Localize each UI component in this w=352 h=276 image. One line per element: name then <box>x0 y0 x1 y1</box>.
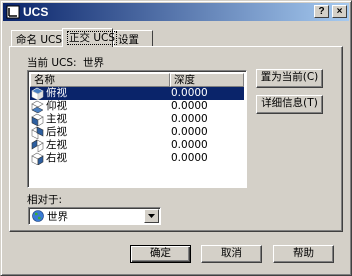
column-header-name[interactable]: 名称 <box>30 73 170 87</box>
row-name: 俯视 <box>46 87 67 99</box>
tab-orthographic-ucs-label: 正交 UCS <box>67 31 118 45</box>
ucs-app-icon <box>6 5 20 19</box>
row-name: 仰视 <box>46 100 67 112</box>
front-view-icon <box>31 113 44 126</box>
left-view-icon <box>31 139 44 152</box>
title-bar[interactable]: UCS ? × <box>3 3 349 21</box>
current-ucs-label: 当前 UCS: <box>27 57 77 69</box>
set-current-button[interactable]: 置为当前(C) <box>256 69 323 88</box>
row-depth: 0.0000 <box>171 87 208 99</box>
row-depth: 0.0000 <box>171 126 208 138</box>
chevron-down-icon <box>148 214 155 218</box>
window-title: UCS <box>23 5 49 19</box>
help-button[interactable]: 帮助 <box>273 245 334 263</box>
relative-to-value: 世界 <box>47 211 68 223</box>
tab-named-ucs[interactable]: 命名 UCS <box>11 30 63 47</box>
top-view-icon <box>31 87 44 100</box>
current-ucs-value: 世界 <box>83 57 104 69</box>
bottom-view-icon <box>31 100 44 113</box>
list-row-left[interactable]: 左视 0.0000 <box>30 139 244 152</box>
row-depth: 0.0000 <box>171 139 208 151</box>
row-name: 左视 <box>46 139 67 151</box>
relative-to-dropdown[interactable]: 世界 <box>28 207 161 225</box>
row-depth: 0.0000 <box>171 152 208 164</box>
tab-settings[interactable]: 设置 <box>113 30 153 47</box>
list-row-front[interactable]: 主视 0.0000 <box>30 113 244 126</box>
dropdown-arrow-button[interactable] <box>144 209 159 223</box>
list-row-right[interactable]: 右视 0.0000 <box>30 152 244 165</box>
ok-button[interactable]: 确定 <box>130 245 191 263</box>
right-view-icon <box>31 152 44 165</box>
row-depth: 0.0000 <box>171 100 208 112</box>
tab-orthographic-ucs[interactable]: 正交 UCS <box>62 28 118 47</box>
row-name: 主视 <box>46 113 67 125</box>
globe-icon <box>32 210 44 222</box>
row-name: 右视 <box>46 152 67 164</box>
orthographic-ucs-list[interactable]: 名称 深度 俯视 0.0000 仰视 0.0000 主视 0.0000 后视 0… <box>27 70 247 188</box>
help-caption-button[interactable]: ? <box>314 5 329 18</box>
row-depth: 0.0000 <box>171 113 208 125</box>
list-row-back[interactable]: 后视 0.0000 <box>30 126 244 139</box>
back-view-icon <box>31 126 44 139</box>
list-row-bottom[interactable]: 仰视 0.0000 <box>30 100 244 113</box>
close-caption-button[interactable]: × <box>332 5 347 18</box>
cancel-button[interactable]: 取消 <box>201 245 262 263</box>
details-button[interactable]: 详细信息(T) <box>256 95 323 114</box>
ucs-dialog: UCS ? × 命名 UCS 正交 UCS 设置 当前 UCS: 世界 名称 深… <box>0 0 352 276</box>
column-header-depth[interactable]: 深度 <box>170 73 244 87</box>
relative-to-label: 相对于: <box>27 194 63 206</box>
row-name: 后视 <box>46 126 67 138</box>
list-row-top[interactable]: 俯视 0.0000 <box>30 87 244 100</box>
